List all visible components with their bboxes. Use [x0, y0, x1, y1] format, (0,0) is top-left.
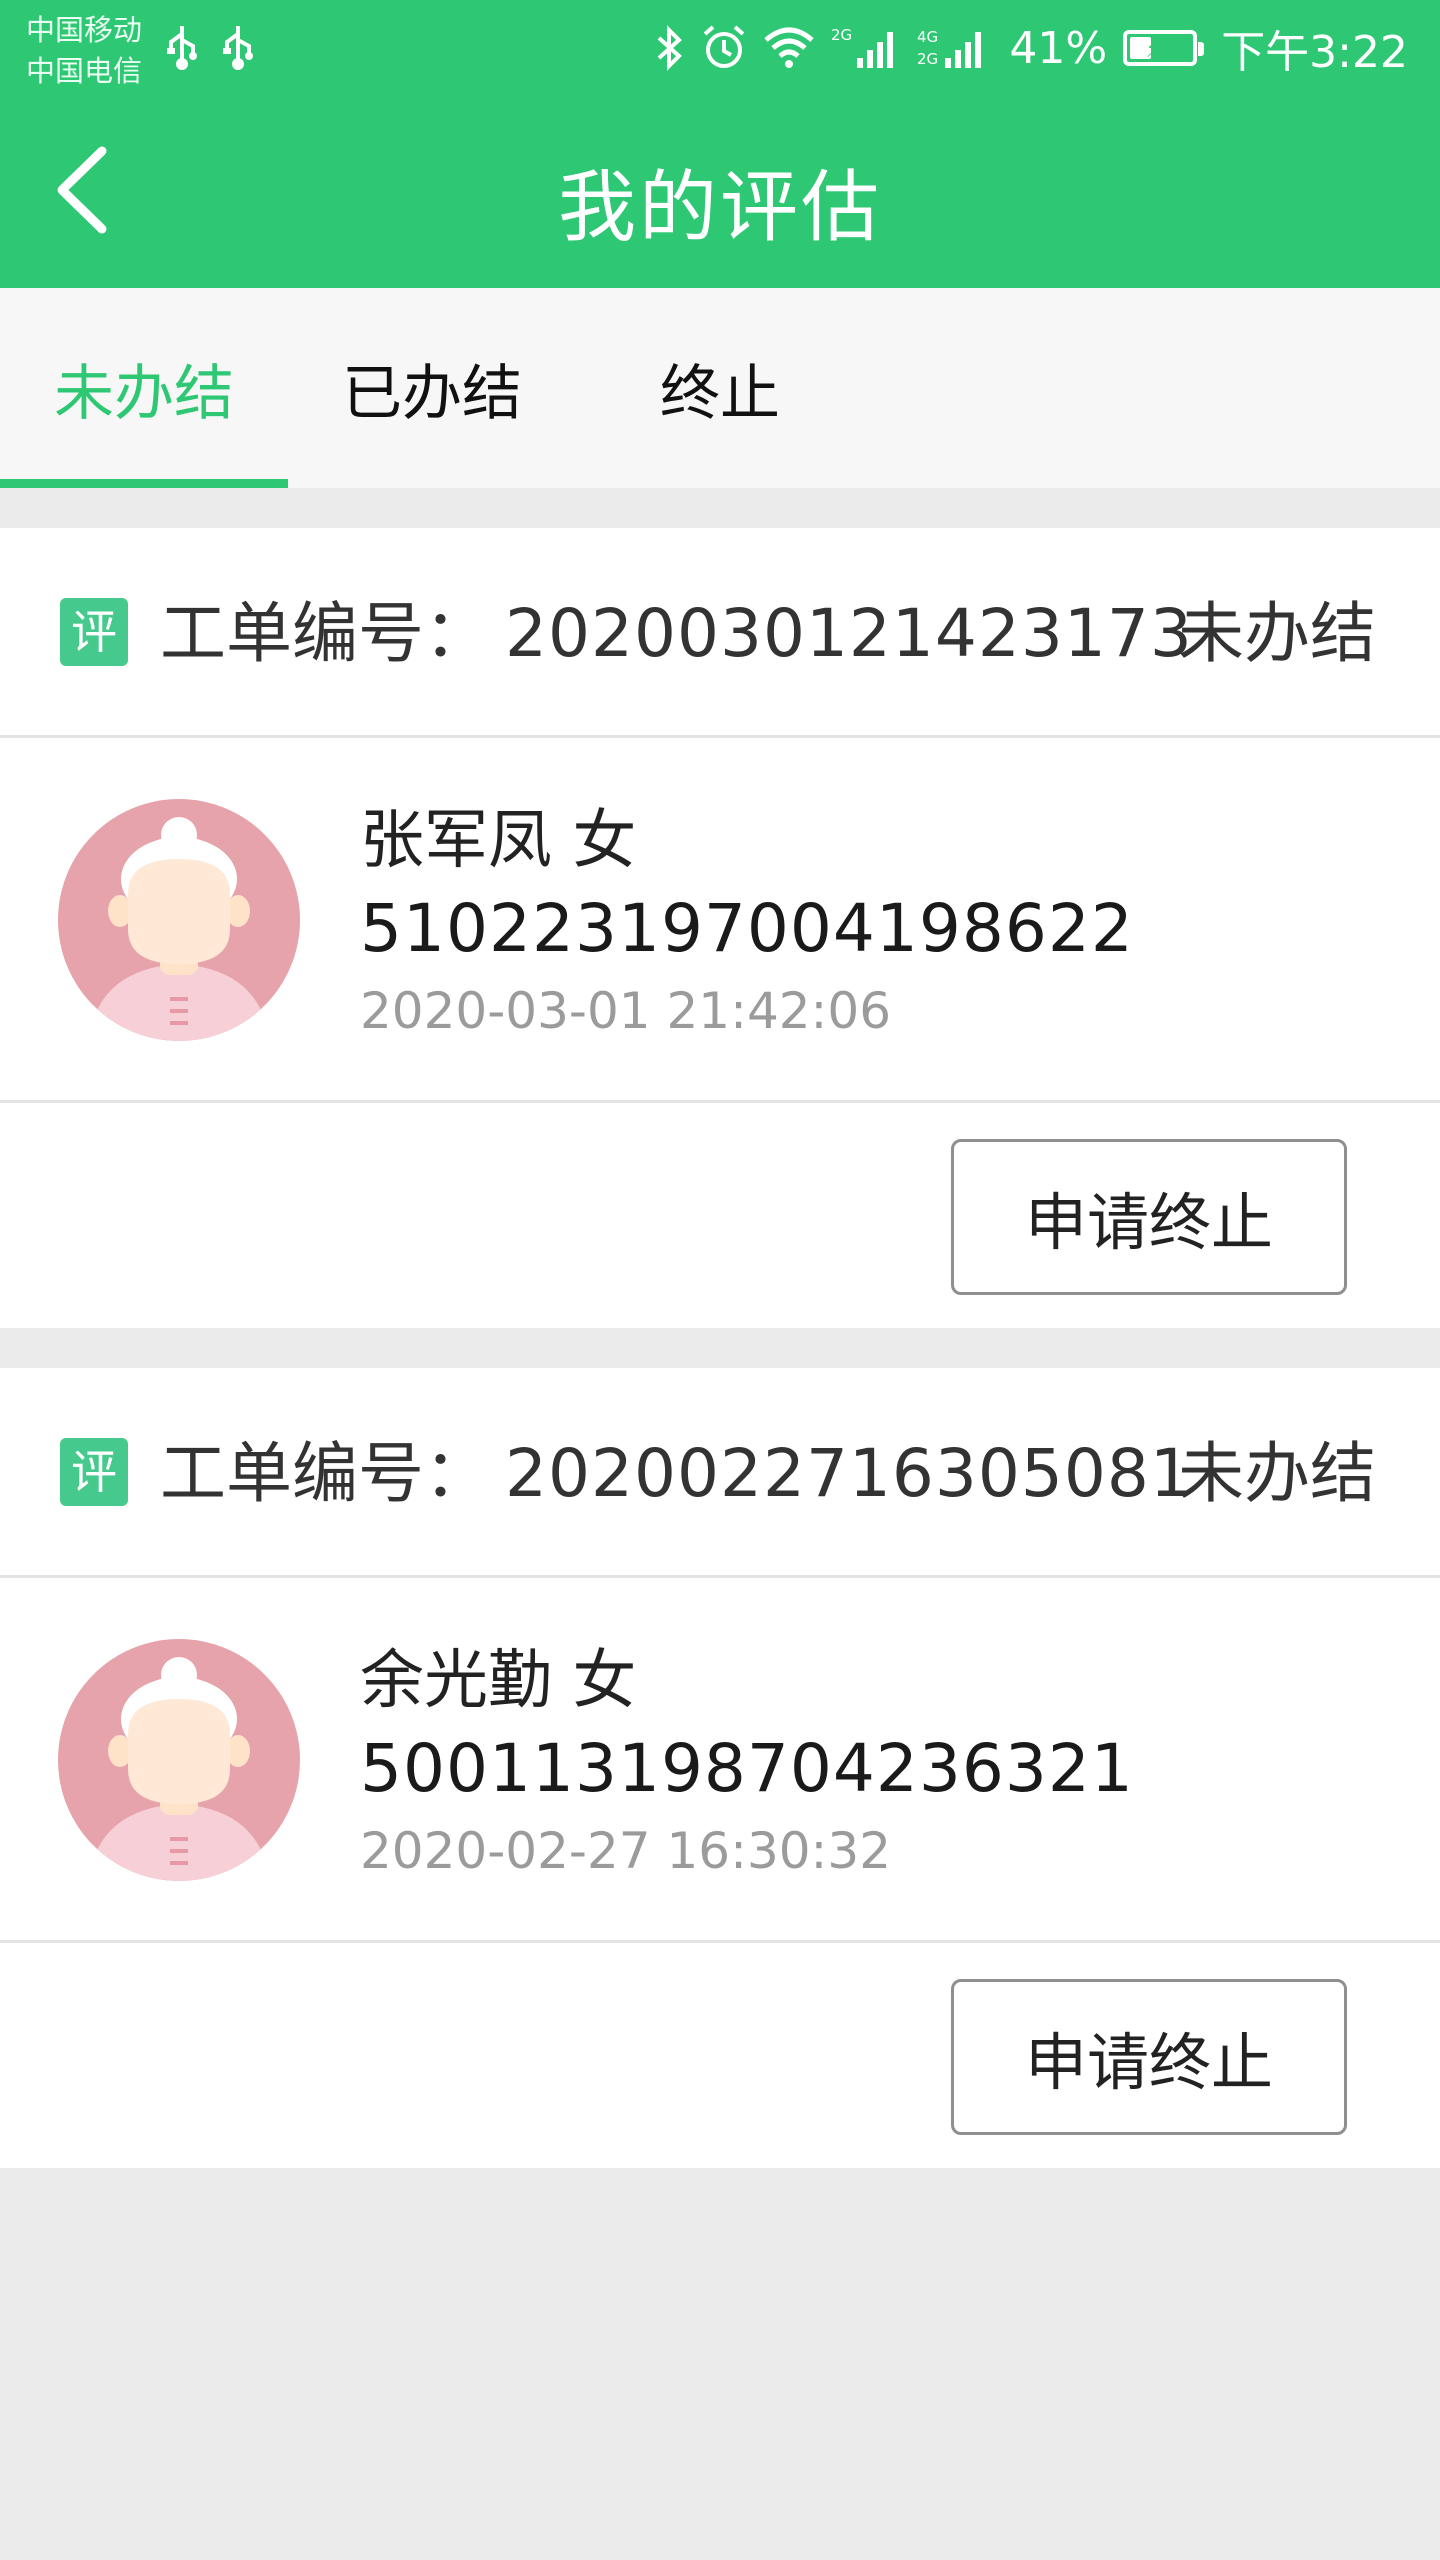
order-status: 未办结 — [1178, 1435, 1376, 1512]
order-header: 评 工单编号： 2020030121423173 未办结 — [0, 528, 1440, 738]
order-header: 评 工单编号： 2020022716305081 未办结 — [0, 1368, 1440, 1578]
net-type-label: 4G — [917, 28, 938, 46]
signal-icon: 4G 2G — [917, 28, 982, 68]
elderly-woman-avatar-icon — [58, 799, 300, 1041]
app-header: 中国移动 中国电信 2G 4G 2G 41% ⚡ 下午3:22 我的评估 — [0, 0, 1440, 288]
battery-percent: 41% — [1009, 22, 1108, 74]
order-status: 未办结 — [1178, 595, 1376, 672]
evaluation-badge-icon: 评 — [60, 1438, 128, 1506]
order-time: 2020-02-27 16:30:32 — [360, 1822, 892, 1880]
person-info: 余光勤 女 500113198704236321 2020-02-27 16:3… — [0, 1581, 1440, 1943]
carrier-1: 中国移动 — [26, 13, 143, 47]
order-time: 2020-03-01 21:42:06 — [360, 982, 892, 1040]
order-number-label: 工单编号： — [160, 1435, 490, 1512]
person-id-number: 500113198704236321 — [360, 1730, 1134, 1807]
charging-icon: ⚡ — [1145, 35, 1163, 63]
tab-terminated[interactable]: 终止 — [576, 288, 864, 488]
order-number-label: 工单编号： — [160, 595, 490, 672]
bluetooth-icon — [658, 25, 683, 71]
order-actions: 申请终止 — [0, 1106, 1440, 1328]
tab-indicator — [0, 479, 288, 488]
order-card[interactable]: 评 工单编号： 2020022716305081 未办结 余光勤 女 50011… — [0, 1368, 1440, 2168]
page-title: 我的评估 — [557, 163, 882, 253]
tab-bar: 未办结 已办结 终止 — [0, 288, 1440, 488]
person-id-number: 510223197004198622 — [360, 890, 1134, 967]
apply-terminate-button[interactable]: 申请终止 — [951, 1979, 1347, 2135]
battery-icon: ⚡ — [1123, 30, 1205, 66]
person-name-gender: 余光勤 女 — [360, 1644, 637, 1718]
alarm-icon — [704, 25, 745, 68]
usb-icon — [223, 26, 253, 70]
wifi-icon — [764, 27, 815, 68]
net-type-label: 2G — [831, 26, 852, 44]
elderly-woman-avatar-icon — [58, 1639, 300, 1881]
order-actions: 申请终止 — [0, 1946, 1440, 2168]
net-type-label: 2G — [917, 50, 938, 68]
order-number: 2020030121423173 — [505, 595, 1193, 672]
clock: 下午3:22 — [1221, 27, 1408, 78]
status-icons: 2G 4G 2G 41% ⚡ 下午3:22 — [655, 16, 1408, 80]
usb-icons — [165, 24, 255, 72]
usb-icon — [167, 26, 197, 70]
carrier-info: 中国移动 中国电信 — [26, 10, 142, 92]
tab-finished[interactable]: 已办结 — [288, 288, 576, 488]
signal-icon: 2G — [831, 26, 894, 68]
carrier-2: 中国电信 — [26, 54, 143, 88]
person-info: 张军凤 女 510223197004198622 2020-03-01 21:4… — [0, 741, 1440, 1103]
evaluation-badge-icon: 评 — [60, 598, 128, 666]
person-name-gender: 张军凤 女 — [360, 804, 637, 878]
order-card[interactable]: 评 工单编号： 2020030121423173 未办结 张军凤 女 51022… — [0, 528, 1440, 1328]
apply-terminate-button[interactable]: 申请终止 — [951, 1139, 1347, 1295]
order-number: 2020022716305081 — [505, 1435, 1193, 1512]
tab-unfinished[interactable]: 未办结 — [0, 288, 288, 488]
